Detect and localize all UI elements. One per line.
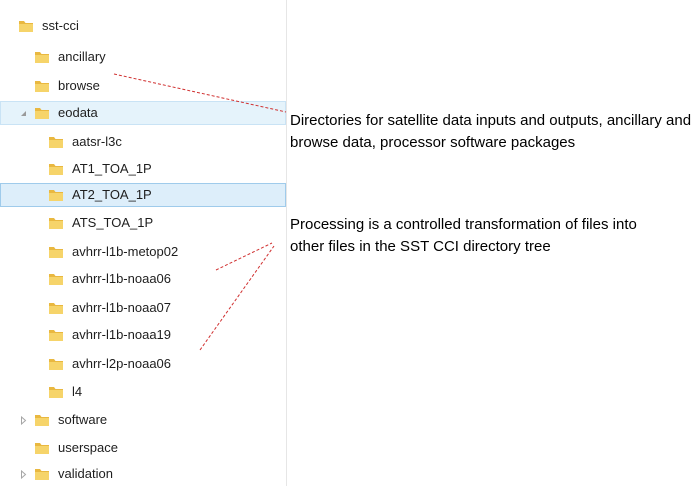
tree-item-label: avhrr-l2p-noaa06 [72, 356, 172, 371]
tree-item-label: aatsr-l3c [72, 134, 122, 149]
tree-item-label: eodata [58, 105, 98, 120]
tree-item-avhrr-l1b-noaa07[interactable]: avhrr-l1b-noaa07 [0, 296, 286, 320]
tree-item-at1-toa-1p[interactable]: AT1_TOA_1P [0, 157, 286, 181]
folder-icon [49, 303, 63, 314]
folder-icon [49, 218, 63, 229]
tree-item-label: AT2_TOA_1P [72, 187, 152, 202]
tree-item-software[interactable]: software [0, 408, 286, 432]
folder-icon [49, 359, 63, 370]
tree-item-label: ancillary [58, 49, 106, 64]
folder-icon [49, 330, 63, 341]
tree-item-label: AT1_TOA_1P [72, 161, 152, 176]
tree-item-avhrr-l2p-noaa06[interactable]: avhrr-l2p-noaa06 [0, 352, 286, 376]
tree-item-label: sst-cci [42, 18, 79, 33]
tree-item-avhrr-l1b-metop02[interactable]: avhrr-l1b-metop02 [0, 240, 286, 264]
tree-item-avhrr-l1b-noaa19[interactable]: avhrr-l1b-noaa19 [0, 323, 286, 347]
chevron-down-icon[interactable] [19, 109, 28, 118]
folder-icon [49, 164, 63, 175]
folder-icon [49, 137, 63, 148]
tree-item-label: browse [58, 78, 100, 93]
tree-item-validation[interactable]: validation [0, 462, 286, 486]
folder-icon [19, 21, 33, 32]
tree-item-eodata[interactable]: eodata [0, 101, 286, 125]
folder-icon [35, 443, 49, 454]
chevron-right-icon[interactable] [19, 469, 28, 479]
folder-icon [35, 469, 49, 480]
folder-icon [49, 387, 63, 398]
tree-item-label: ATS_TOA_1P [72, 215, 154, 230]
folder-icon [35, 415, 49, 426]
tree-item-avhrr-l1b-noaa06[interactable]: avhrr-l1b-noaa06 [0, 267, 286, 291]
folder-icon [35, 52, 49, 63]
tree-item-aatsr-l3c[interactable]: aatsr-l3c [0, 130, 286, 154]
tree-item-label: validation [58, 466, 113, 481]
folder-icon [49, 247, 63, 258]
tree-item-label: avhrr-l1b-noaa06 [72, 271, 172, 286]
folder-icon [49, 274, 63, 285]
tree-item-label: software [58, 412, 108, 427]
folder-icon [35, 81, 49, 92]
tree-item-sst-cci[interactable]: sst-cci [0, 14, 286, 38]
tree-item-label: avhrr-l1b-noaa07 [72, 300, 172, 315]
tree-item-userspace[interactable]: userspace [0, 436, 286, 460]
folder-icon [35, 108, 49, 119]
tree-item-label: avhrr-l1b-noaa19 [72, 327, 172, 342]
tree-item-at2-toa-1p[interactable]: AT2_TOA_1P [0, 183, 286, 207]
folder-tree: sst-cci ancillary browse eodata aatsr-l3… [0, 0, 287, 486]
folder-icon [49, 190, 63, 201]
tree-item-ats-toa-1p[interactable]: ATS_TOA_1P [0, 211, 286, 235]
chevron-right-icon[interactable] [19, 415, 28, 425]
annotation-processing: Processing is a controlled transformatio… [290, 216, 637, 255]
annotation-directories: Directories for satellite data inputs an… [290, 112, 692, 151]
tree-item-label: l4 [72, 384, 83, 399]
tree-item-label: userspace [58, 440, 118, 455]
tree-item-ancillary[interactable]: ancillary [0, 45, 286, 69]
tree-item-l4[interactable]: l4 [0, 380, 286, 404]
tree-item-browse[interactable]: browse [0, 74, 286, 98]
tree-item-label: avhrr-l1b-metop02 [72, 244, 179, 259]
